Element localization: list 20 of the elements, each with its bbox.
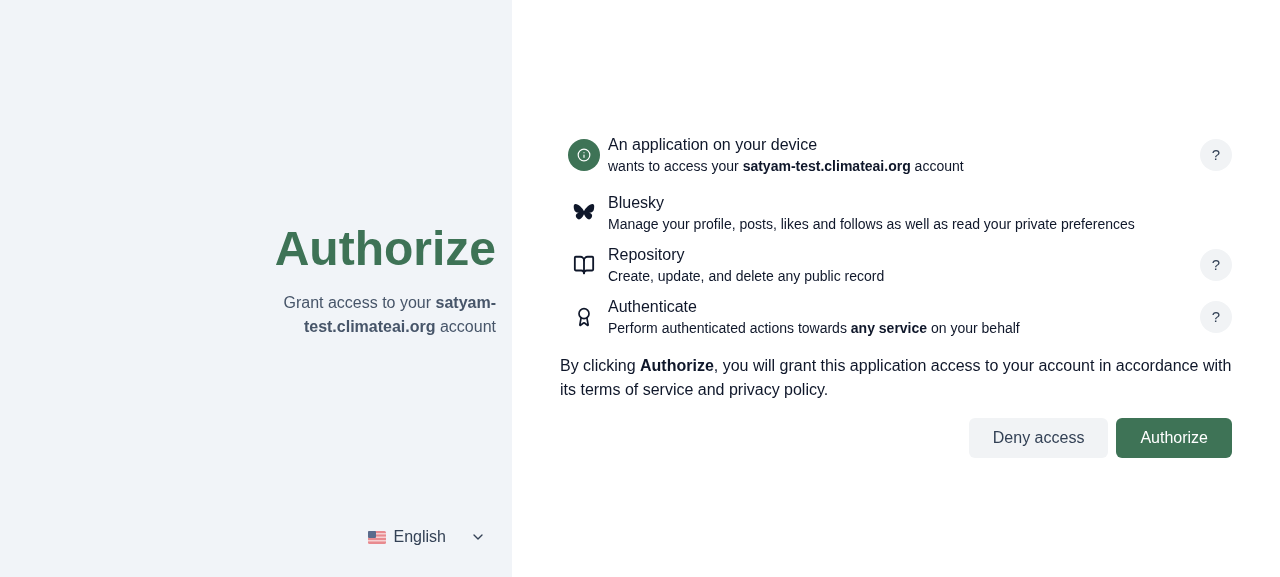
help-button[interactable]: ? bbox=[1200, 301, 1232, 333]
permission-description: wants to access your satyam-test.climateai.org account bbox=[608, 157, 965, 176]
permission-title: Bluesky bbox=[608, 193, 666, 213]
help-button[interactable]: ? bbox=[1200, 249, 1232, 281]
deny-button[interactable]: Deny access bbox=[968, 418, 1109, 458]
flag-icon bbox=[367, 530, 386, 544]
permission-description: Manage your profile, posts, likes and follows as well as read your private preferences bbox=[608, 215, 1136, 234]
page-subtitle: Grant access to your satyam-test.climateai.org account bbox=[282, 292, 496, 337]
permission-title: Authenticate bbox=[608, 297, 698, 317]
info-icon bbox=[568, 139, 600, 171]
permission-title: An application on your device bbox=[608, 135, 819, 155]
help-button[interactable]: ? bbox=[1200, 139, 1232, 171]
permission-description: Perform authenticated actions towards any service on your behalf bbox=[608, 319, 1021, 338]
consent-notice: By clicking Authorize, you will grant this application access to your account in accordance with its terms of service and privacy policy. bbox=[560, 356, 1232, 400]
language-select[interactable]: English bbox=[367, 525, 486, 549]
page-title: Authorize bbox=[274, 220, 496, 277]
permission-title: Repository bbox=[608, 245, 686, 265]
book-icon bbox=[573, 254, 595, 276]
authorize-button[interactable]: Authorize bbox=[1116, 418, 1232, 458]
permission-description: Create, update, and delete any public record bbox=[608, 267, 886, 286]
